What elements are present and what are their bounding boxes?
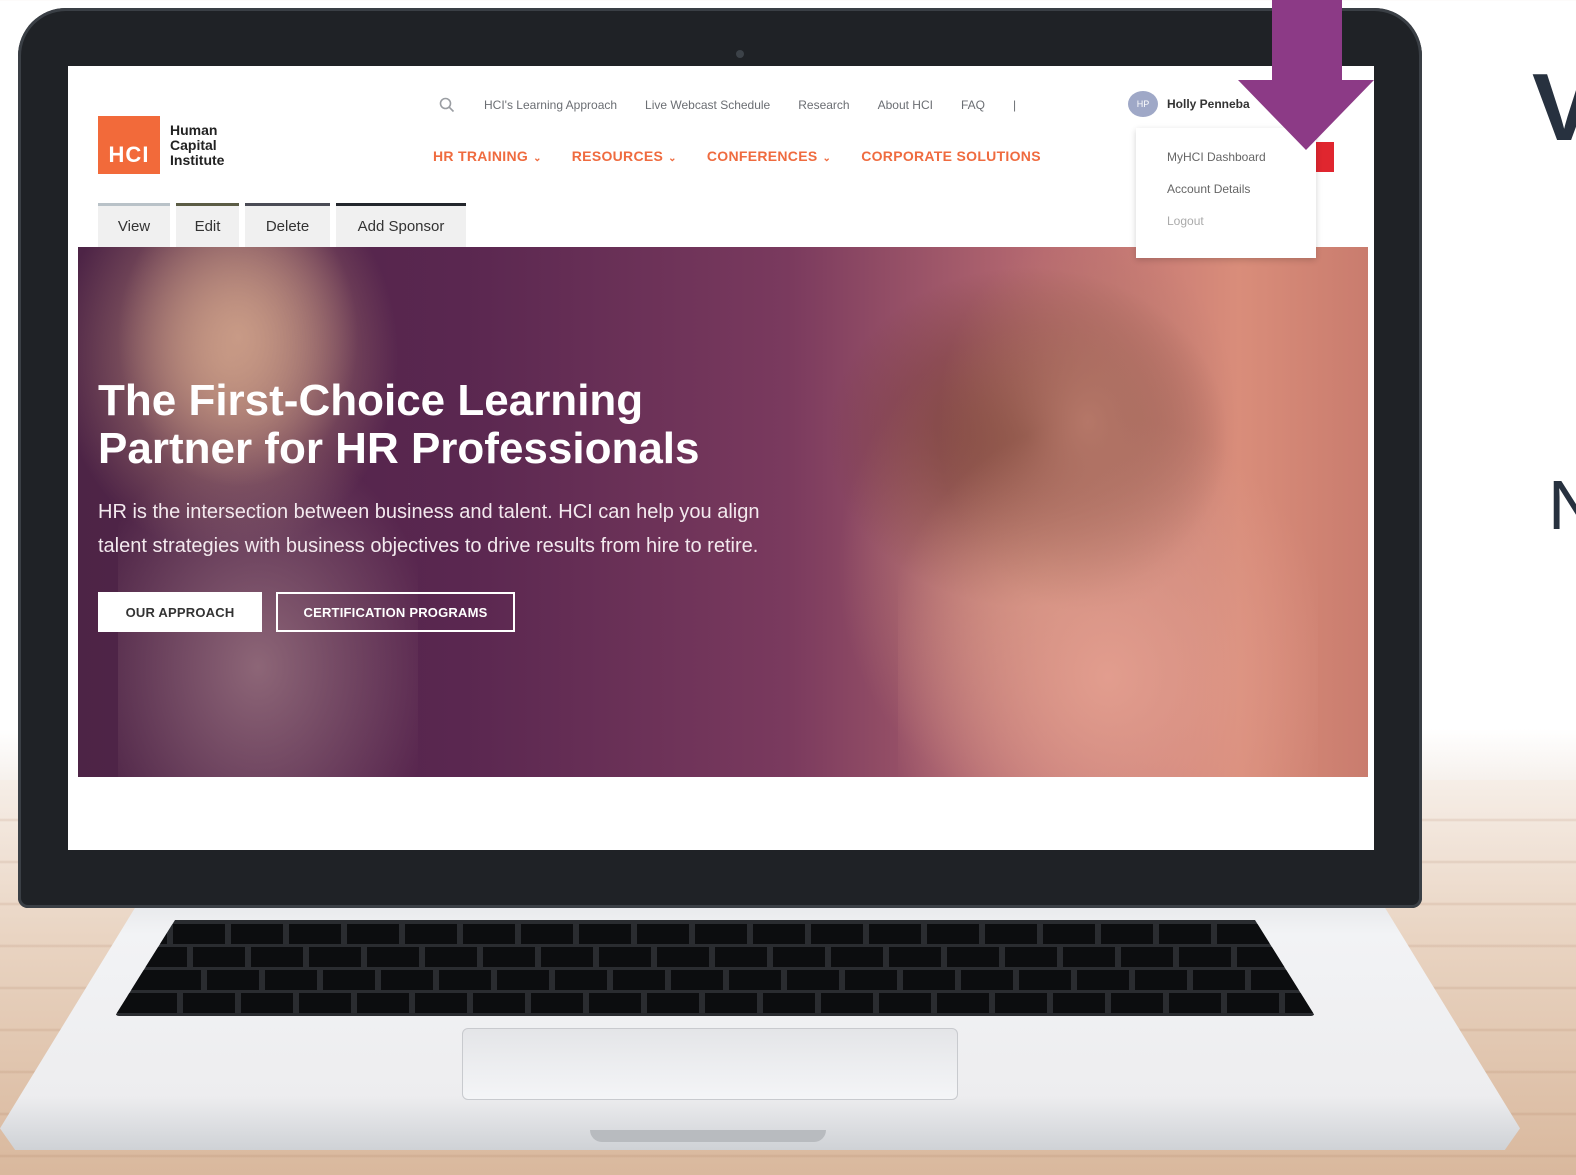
webcam-icon — [736, 50, 744, 58]
util-link-about[interactable]: About HCI — [878, 98, 933, 112]
nav-item-conferences[interactable]: CONFERENCES ⌄ — [707, 148, 831, 164]
certification-programs-button[interactable]: CERTIFICATION PROGRAMS — [276, 592, 515, 632]
search-icon[interactable] — [438, 96, 456, 114]
admin-tab-bar: View Edit Delete Add Sponsor — [98, 203, 466, 247]
laptop-front-notch — [590, 1130, 826, 1142]
keyboard-row — [115, 993, 1315, 1013]
hero-photo-person-right — [898, 247, 1318, 777]
menu-item-account-details[interactable]: Account Details — [1136, 182, 1316, 214]
chevron-down-icon: ⌄ — [822, 153, 832, 164]
util-link-webcast-schedule[interactable]: Live Webcast Schedule — [645, 98, 770, 112]
keyboard-row — [115, 970, 1315, 990]
hero-banner: The First-Choice Learning Partner for HR… — [78, 247, 1368, 777]
laptop-keyboard — [115, 920, 1315, 1016]
nav-item-corporate-solutions[interactable]: CORPORATE SOLUTIONS — [861, 148, 1041, 164]
laptop-trackpad — [462, 1028, 958, 1100]
hero-title: The First-Choice Learning Partner for HR… — [98, 377, 858, 473]
hero-description-line: HR is the intersection between business … — [98, 501, 760, 523]
hero-title-line: Partner for HR Professionals — [98, 424, 700, 473]
nav-item-resources[interactable]: RESOURCES ⌄ — [572, 148, 677, 164]
keyboard-row — [115, 924, 1315, 944]
tab-delete[interactable]: Delete — [245, 203, 330, 247]
menu-item-logout[interactable]: Logout — [1136, 214, 1316, 246]
tab-edit[interactable]: Edit — [176, 203, 239, 247]
hero-description: HR is the intersection between business … — [98, 495, 858, 563]
annotation-arrow-shaft — [1272, 0, 1342, 82]
util-link-faq[interactable]: FAQ — [961, 98, 985, 112]
main-nav: HR TRAINING ⌄ RESOURCES ⌄ CONFERENCES ⌄ COR… — [433, 148, 1041, 164]
avatar[interactable]: HP — [1128, 91, 1158, 117]
logo-wordmark[interactable]: Human Capital Institute — [170, 123, 224, 168]
nav-item-label: RESOURCES — [571, 148, 664, 164]
util-link-learning-approach[interactable]: HCI's Learning Approach — [484, 98, 617, 112]
hero-description-line: talent strategies with business objectiv… — [98, 535, 759, 557]
logo-mark: HCI — [108, 142, 150, 167]
util-link-research[interactable]: Research — [798, 98, 849, 112]
background-text-fragment: N — [1548, 466, 1576, 544]
laptop-screen: HCI Human Capital Institute HCI's Learni… — [68, 66, 1374, 850]
hci-logo[interactable]: HCI — [98, 116, 160, 174]
hero-title-line: The First-Choice Learning — [98, 376, 644, 425]
logo-line: Human — [170, 122, 218, 138]
chevron-down-icon: ⌄ — [533, 153, 542, 164]
tab-add-sponsor[interactable]: Add Sponsor — [336, 203, 466, 247]
logo-line: Capital — [170, 137, 217, 153]
logo-line: Institute — [170, 152, 225, 168]
nav-item-hr-training[interactable]: HR TRAINING ⌄ — [433, 148, 542, 164]
menu-item-dashboard[interactable]: MyHCI Dashboard — [1136, 150, 1316, 182]
tab-view[interactable]: View — [98, 203, 170, 247]
nav-item-label: HR TRAINING — [433, 148, 529, 164]
background-heading-fragment: V — [1532, 54, 1576, 161]
chevron-down-icon: ⌄ — [668, 153, 677, 164]
utility-nav: HCI's Learning Approach Live Webcast Sch… — [438, 96, 1016, 114]
nav-item-label: CORPORATE SOLUTIONS — [861, 148, 1041, 164]
nav-item-label: CONFERENCES — [706, 148, 818, 164]
annotation-arrow-down-icon — [1238, 80, 1374, 150]
our-approach-button[interactable]: OUR APPROACH — [98, 592, 262, 632]
util-separator: | — [1012, 98, 1017, 112]
keyboard-row — [115, 947, 1315, 967]
